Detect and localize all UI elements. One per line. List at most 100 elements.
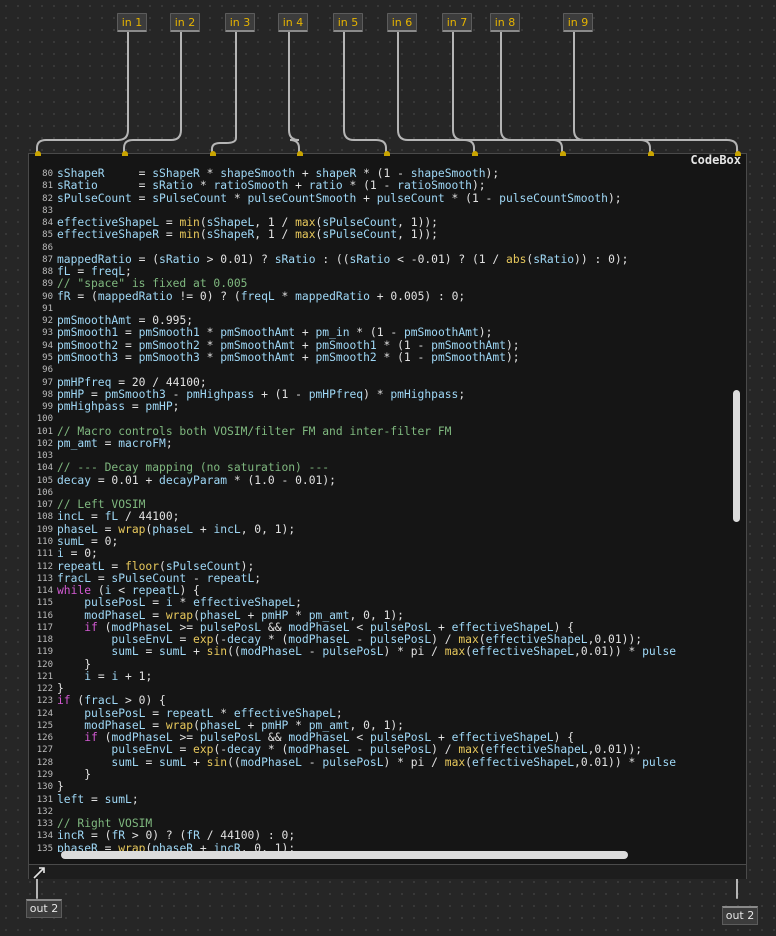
code-line[interactable]: 109 phaseL = wrap(phaseL + incL, 0, 1); [29,522,734,536]
line-number: 97 [42,377,53,388]
code-text: // Right VOSIM [57,817,153,831]
line-number: 103 [36,451,53,462]
code-line[interactable]: 82 sPulseCount = sPulseCount * pulseCount… [29,191,734,205]
line-number: 82 [42,193,53,204]
code-editor[interactable]: 80 sShapeR = sShapeR * shapeSmooth + shap… [29,168,734,852]
line-number: 105 [36,475,53,486]
line-number: 111 [36,549,53,560]
code-text: fL = freqL; [57,265,132,279]
line-number: 130 [36,782,53,793]
code-text: i = i + 1; [84,669,153,683]
code-text: pmSmooth1 = pmSmooth1 * pmSmoothAmt + pm… [57,326,493,340]
code-line[interactable]: 102 pm_amt = macroFM; [29,436,734,450]
code-text: } [57,780,64,794]
inlet-2[interactable]: in 2 [170,13,200,32]
line-number: 133 [36,819,53,830]
line-number: 128 [36,757,53,768]
line-number: 116 [36,610,53,621]
line-number: 135 [36,843,53,852]
code-text: // Left VOSIM [57,498,146,512]
codebox-inlet-port[interactable] [648,151,654,156]
inlet-3[interactable]: in 3 [225,13,255,32]
inlet-5[interactable]: in 5 [333,13,363,32]
vertical-scrollbar[interactable] [733,168,740,848]
line-number: 119 [36,647,53,658]
line-number: 92 [42,316,53,327]
line-number: 100 [36,414,53,425]
code-text: sPulseCount = sPulseCount * pulseCountSm… [57,191,622,205]
inlet-6[interactable]: in 6 [387,13,417,32]
line-number: 120 [36,659,53,670]
code-line[interactable]: 128 sumL = sumL + sin((modPhaseL - pulse… [29,755,734,769]
outlet-right[interactable]: out 2 [722,906,758,925]
code-text: pm_amt = macroFM; [57,436,173,450]
code-text: left = sumL; [57,792,139,806]
inlet-8[interactable]: in 8 [490,13,520,32]
code-text: fR = (mappedRatio != 0) ? (freqL * mappe… [57,289,466,303]
horizontal-scrollbar-thumb[interactable] [61,851,628,859]
code-line[interactable]: 85 effectiveShapeR = min(sShapeR, 1 / max… [29,229,734,241]
resize-handle-icon[interactable] [32,866,46,880]
line-number: 125 [36,720,53,731]
line-number: 126 [36,733,53,744]
code-line[interactable]: 119 sumL = sumL + sin((modPhaseL - pulse… [29,646,734,658]
code-line[interactable]: 110 sumL = 0; [29,535,734,548]
codebox-inlet-port[interactable] [210,151,216,156]
code-text: repeatL = floor(sPulseCount); [57,559,255,573]
inlet-9[interactable]: in 9 [563,13,593,32]
code-text: pulseEnvL = exp(-decay * (modPhaseL - pu… [111,633,643,647]
line-number: 95 [42,352,53,363]
code-text: pmSmooth3 = pmSmooth3 * pmSmoothAmt + pm… [57,350,520,364]
code-line[interactable]: 90 fR = (mappedRatio != 0) ? (freqL * map… [29,289,734,303]
code-line[interactable]: 105 decay = 0.01 + decayParam * (1.0 - 0.… [29,474,734,487]
code-line[interactable]: 121 i = i + 1; [29,669,734,683]
line-number: 122 [36,684,53,695]
code-text: // --- Decay mapping (no saturation) --- [57,461,330,475]
vertical-scrollbar-thumb[interactable] [733,390,740,522]
line-number: 132 [36,806,53,817]
inlet-1[interactable]: in 1 [117,13,147,32]
code-text: pmHP = pmSmooth3 - pmHighpass + (1 - pmH… [57,387,466,401]
code-text: } [57,657,92,671]
code-text: phaseL = wrap(phaseL + incL, 0, 1); [57,522,296,536]
code-text: incL = fL / 44100; [57,510,180,524]
code-line[interactable]: 95 pmSmooth3 = pmSmooth3 * pmSmoothAmt + … [29,350,734,364]
code-text: sumL = sumL + sin((modPhaseL - pulsePosL… [111,755,677,769]
codebox-inlet-port[interactable] [384,151,390,156]
codebox-inlet-port[interactable] [122,151,128,156]
code-text: effectiveShapeL = min(sShapeL, 1 / max(s… [57,216,438,230]
line-number: 108 [36,512,53,523]
line-number: 99 [42,402,53,413]
code-line[interactable]: 87 mappedRatio = (sRatio > 0.01) ? sRatio… [29,252,734,266]
line-number: 88 [42,267,53,278]
code-text: pulsePosL = i * effectiveShapeL; [84,596,302,610]
line-number: 123 [36,696,53,707]
line-number: 93 [42,328,53,339]
line-number: 121 [36,671,53,682]
line-number: 83 [42,205,53,216]
codebox-inlet-port[interactable] [560,151,566,156]
code-text: mappedRatio = (sRatio > 0.01) ? sRatio :… [57,252,629,266]
line-number: 96 [42,365,53,376]
code-text: modPhaseL = wrap(phaseL + pmHP * pm_amt,… [84,718,404,732]
line-number: 89 [42,279,53,290]
line-number: 106 [36,487,53,498]
inlet-4[interactable]: in 4 [278,13,308,32]
code-text: // "space" is fixed at 0.005 [57,277,248,291]
code-line[interactable]: 131 left = sumL; [29,792,734,806]
codebox-object[interactable]: CodeBox 80 sShapeR = sShapeR * shapeSmoot… [28,151,747,865]
line-number: 80 [42,169,53,179]
code-line[interactable]: 99 pmHighpass = pmHP; [29,400,734,413]
code-text: } [57,768,92,782]
line-number: 102 [36,438,53,449]
line-number: 127 [36,745,53,756]
code-text: pulsePosL = repeatL * effectiveShapeL; [84,706,343,720]
outlet-left[interactable]: out 2 [26,899,62,918]
code-text: incR = (fR > 0) ? (fR / 44100) : 0; [57,829,296,843]
inlet-7[interactable]: in 7 [442,13,472,32]
codebox-inlet-port[interactable] [35,151,41,156]
codebox-inlet-port[interactable] [472,151,478,156]
code-line[interactable]: 129 } [29,768,734,782]
line-number: 107 [36,500,53,511]
codebox-inlet-port[interactable] [297,151,303,156]
